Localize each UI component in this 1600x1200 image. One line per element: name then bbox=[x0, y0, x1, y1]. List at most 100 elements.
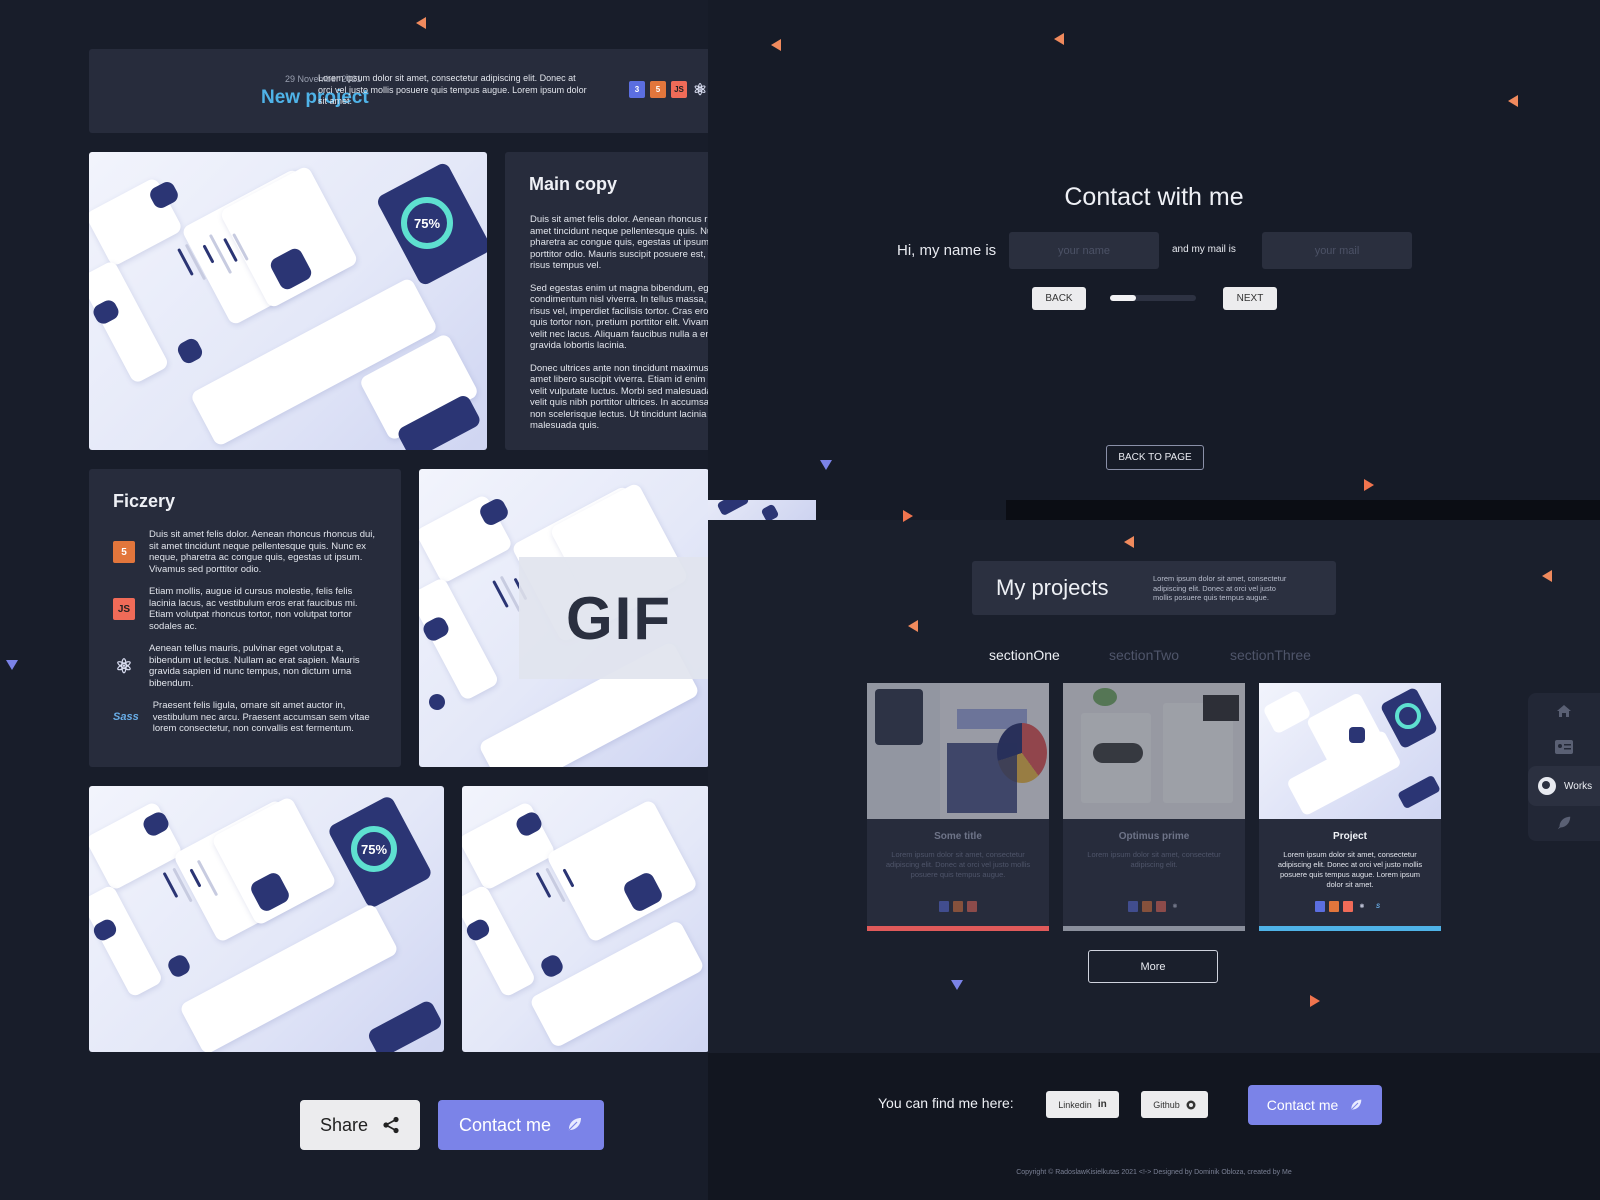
main-copy-body: Duis sit amet felis dolor. Aenean rhoncu… bbox=[530, 214, 708, 443]
more-button[interactable]: More bbox=[1088, 950, 1218, 983]
feature-item: 5 Duis sit amet felis dolor. Aenean rhon… bbox=[113, 529, 375, 575]
tab-section-three[interactable]: sectionThree bbox=[1230, 647, 1311, 663]
contact-card-icon[interactable] bbox=[1528, 729, 1600, 765]
feather-icon[interactable] bbox=[1528, 805, 1600, 841]
feature-text: Praesent felis ligula, ornare sit amet a… bbox=[152, 700, 370, 734]
css3-icon bbox=[939, 901, 949, 912]
html5-icon bbox=[1142, 901, 1152, 912]
feature-item: Sass Praesent felis ligula, ornare sit a… bbox=[113, 700, 375, 735]
main-copy-card: Main copy Duis sit amet felis dolor. Aen… bbox=[505, 152, 708, 450]
project-detail-panel: 29 November 2021 New project Lorem ipsum… bbox=[0, 0, 708, 1200]
features-list: 5 Duis sit amet felis dolor. Aenean rhon… bbox=[113, 529, 375, 746]
project-header-card: 29 November 2021 New project Lorem ipsum… bbox=[89, 49, 708, 133]
decor-triangle bbox=[1054, 33, 1064, 45]
feature-item: JS Etiam mollis, augue id cursus molesti… bbox=[113, 586, 375, 632]
mockup-strip bbox=[708, 500, 816, 520]
decor-triangle bbox=[1310, 995, 1320, 1007]
react-icon: ⚛ bbox=[1359, 904, 1365, 910]
home-icon[interactable] bbox=[1528, 693, 1600, 729]
decor-triangle bbox=[416, 17, 426, 29]
project-description: Lorem ipsum dolor sit amet, consectetur … bbox=[318, 73, 587, 106]
card-accent-bar bbox=[867, 926, 1049, 931]
linkedin-label: Linkedin bbox=[1058, 1099, 1092, 1110]
contact-label: Contact me bbox=[458, 1114, 552, 1135]
decor-triangle bbox=[908, 620, 918, 632]
css3-icon bbox=[1128, 901, 1138, 912]
feather-icon bbox=[1349, 1099, 1362, 1112]
progress-ring: 75% bbox=[351, 826, 397, 872]
divider-bar bbox=[1006, 500, 1600, 520]
tech-icons bbox=[867, 901, 1049, 912]
github-icon bbox=[1186, 1100, 1196, 1109]
back-button[interactable]: BACK bbox=[1032, 287, 1086, 310]
project-card-title: Some title bbox=[934, 831, 982, 842]
project-card-description: Lorem ipsum dolor sit amet, consectetur … bbox=[1087, 850, 1221, 869]
share-button[interactable]: Share bbox=[300, 1100, 420, 1150]
feature-text: Duis sit amet felis dolor. Aenean rhoncu… bbox=[149, 529, 376, 575]
project-card-description: Lorem ipsum dolor sit amet, consectetur … bbox=[885, 850, 1031, 879]
react-icon: ⚛ bbox=[115, 655, 133, 678]
css3-icon: 3 bbox=[629, 81, 645, 98]
card-accent-bar bbox=[1063, 926, 1245, 931]
projects-title: My projects bbox=[996, 575, 1109, 600]
sass-icon: Sass bbox=[113, 711, 139, 724]
contact-me-button[interactable]: Contact me bbox=[438, 1100, 604, 1150]
tab-section-one[interactable]: sectionOne bbox=[989, 647, 1060, 663]
projects-section: My projects Lorem ipsum dolor sit amet, … bbox=[708, 510, 1600, 1053]
back-to-page-button[interactable]: BACK TO PAGE bbox=[1106, 445, 1204, 470]
project-card[interactable]: Optimus prime Lorem ipsum dolor sit amet… bbox=[1063, 683, 1245, 931]
name-label: Hi, my name is bbox=[897, 242, 997, 259]
main-copy-title: Main copy bbox=[529, 174, 618, 194]
card-accent-bar bbox=[1259, 926, 1441, 931]
feature-item: ⚛ Aenean tellus mauris, pulvinar eget vo… bbox=[113, 643, 375, 689]
share-label: Share bbox=[319, 1114, 369, 1135]
decor-triangle bbox=[771, 39, 781, 51]
feature-text: Etiam mollis, augue id cursus molestie, … bbox=[149, 586, 358, 632]
decor-triangle bbox=[1124, 536, 1134, 548]
main-copy-paragraph: Sed egestas enim ut magna bibendum, eget… bbox=[530, 282, 708, 352]
decor-triangle bbox=[6, 660, 18, 670]
features-card: Ficzery 5 Duis sit amet felis dolor. Aen… bbox=[89, 469, 401, 767]
contact-title: Contact with me bbox=[1064, 183, 1244, 211]
decor-triangle bbox=[951, 980, 963, 990]
github-label: Github bbox=[1153, 1099, 1180, 1110]
gif-label: GIF bbox=[519, 557, 708, 679]
tab-section-two[interactable]: sectionTwo bbox=[1109, 647, 1179, 663]
project-gif-preview[interactable]: GIF bbox=[419, 469, 708, 767]
main-copy-paragraph: Donec ultrices ante non tincidunt maximu… bbox=[530, 362, 708, 432]
decor-triangle bbox=[1542, 570, 1552, 582]
project-card-active[interactable]: Project Lorem ipsum dolor sit amet, cons… bbox=[1259, 683, 1441, 931]
progress-ring: 75% bbox=[401, 197, 453, 249]
next-button[interactable]: NEXT bbox=[1223, 287, 1277, 310]
html5-icon: 5 bbox=[650, 81, 666, 98]
js-icon bbox=[1343, 901, 1353, 912]
project-card[interactable]: Some title Lorem ipsum dolor sit amet, c… bbox=[867, 683, 1049, 931]
project-card-title: Project bbox=[1333, 831, 1367, 842]
footer-contact-label: Contact me bbox=[1266, 1097, 1339, 1113]
js-icon bbox=[967, 901, 977, 912]
react-icon: ⚛ bbox=[692, 81, 708, 99]
linkedin-button[interactable]: Linkedin in bbox=[1046, 1091, 1119, 1118]
mail-input[interactable] bbox=[1262, 232, 1412, 269]
name-input[interactable] bbox=[1009, 232, 1159, 269]
css3-icon bbox=[1315, 901, 1325, 912]
project-screenshot: 75% bbox=[89, 786, 444, 1052]
sidenav-works[interactable]: Works bbox=[1528, 766, 1600, 806]
project-screenshot: 75% bbox=[89, 152, 487, 450]
sidenav-works-label: Works bbox=[1564, 780, 1593, 792]
tech-icons: ⚛ bbox=[1063, 901, 1245, 912]
find-me-text: You can find me here: bbox=[878, 1095, 1014, 1111]
project-thumbnail bbox=[1063, 683, 1245, 819]
project-screenshot bbox=[462, 786, 708, 1052]
form-progress-fill bbox=[1110, 295, 1136, 301]
decor-triangle bbox=[903, 510, 913, 522]
projects-description: Lorem ipsum dolor sit amet, consectetur … bbox=[1153, 574, 1287, 602]
main-copy-paragraph: Duis sit amet felis dolor. Aenean rhoncu… bbox=[530, 214, 708, 271]
feature-text: Aenean tellus mauris, pulvinar eget volu… bbox=[149, 643, 360, 689]
tech-icons: 3 5 JS ⚛ bbox=[629, 81, 708, 99]
sass-icon: S bbox=[1375, 903, 1380, 910]
decor-triangle bbox=[1364, 479, 1374, 491]
github-button[interactable]: Github bbox=[1141, 1091, 1208, 1118]
footer-contact-button[interactable]: Contact me bbox=[1248, 1085, 1382, 1125]
project-card-title: Optimus prime bbox=[1118, 831, 1190, 842]
